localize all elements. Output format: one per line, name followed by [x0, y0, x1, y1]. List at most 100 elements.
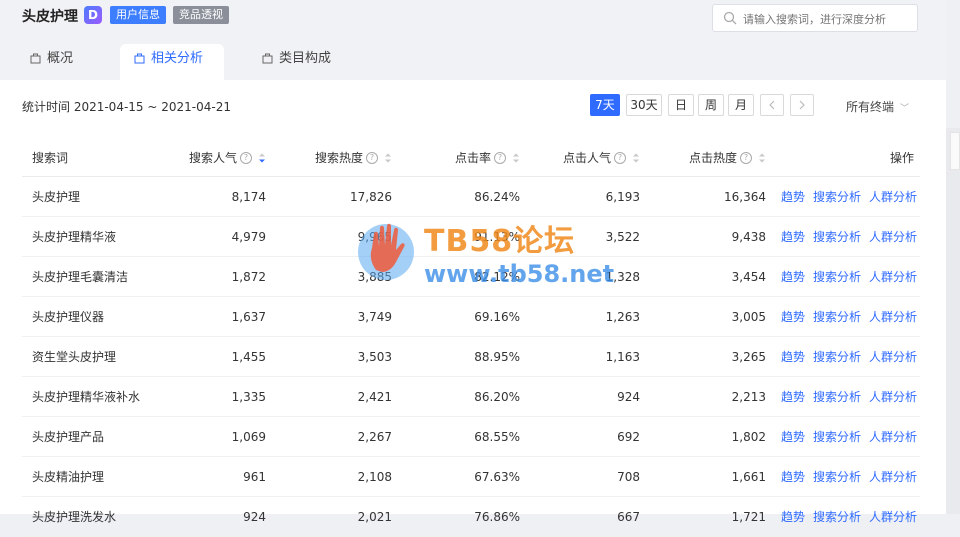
help-icon[interactable]: ?: [240, 152, 252, 164]
audience-analysis-link[interactable]: 人群分析: [869, 230, 917, 244]
trend-link[interactable]: 趋势: [781, 470, 805, 484]
audience-analysis-link[interactable]: 人群分析: [869, 470, 917, 484]
cell-search-popularity: 1,069: [162, 416, 272, 457]
cell-term: 头皮护理精华液: [22, 216, 162, 257]
col-header-click-popularity[interactable]: 点击人气?: [526, 138, 646, 177]
help-icon[interactable]: ?: [614, 152, 626, 164]
sort-icon[interactable]: [512, 153, 520, 163]
sort-desc-icon[interactable]: [258, 153, 266, 163]
cell-search-heat: 2,267: [272, 416, 398, 457]
col-header-search-heat[interactable]: 搜索热度?: [272, 138, 398, 177]
cell-search-heat: 2,108: [272, 456, 398, 497]
filter-toolbar: 统计时间 2021-04-15 ~ 2021-04-21 7天 30天 日 周 …: [0, 80, 946, 129]
search-analysis-link[interactable]: 搜索分析: [813, 350, 861, 364]
cell-actions: 趋势 搜索分析 人群分析: [772, 256, 920, 297]
cell-search-heat: 9,965: [272, 216, 398, 257]
trend-link[interactable]: 趋势: [781, 390, 805, 404]
scrollbar-thumb[interactable]: [950, 132, 960, 170]
audience-analysis-link[interactable]: 人群分析: [869, 430, 917, 444]
period-month-button[interactable]: 月: [728, 94, 754, 116]
table-row: 头皮护理毛囊清洁 1,872 3,885 82.12% 1,328 3,454 趋势 搜索分析…: [22, 256, 920, 297]
search-analysis-link[interactable]: 搜索分析: [813, 190, 861, 204]
audience-analysis-link[interactable]: 人群分析: [869, 510, 917, 524]
trend-link[interactable]: 趋势: [781, 270, 805, 284]
search-analysis-link[interactable]: 搜索分析: [813, 230, 861, 244]
cell-click-popularity: 667: [526, 496, 646, 537]
next-period-button[interactable]: [790, 94, 814, 116]
side-scrollbar-track[interactable]: [946, 128, 960, 514]
period-30d-button[interactable]: 30天: [626, 94, 662, 116]
cell-ctr: 67.63%: [398, 456, 526, 497]
cell-ctr: 68.55%: [398, 416, 526, 457]
audience-analysis-link[interactable]: 人群分析: [869, 350, 917, 364]
cell-actions: 趋势 搜索分析 人群分析: [772, 416, 920, 457]
table-row: 头皮护理洗发水 924 2,021 76.86% 667 1,721 趋势 搜索分析 人群分析: [22, 496, 920, 537]
cell-search-heat: 17,826: [272, 176, 398, 217]
audience-analysis-link[interactable]: 人群分析: [869, 190, 917, 204]
cell-click-popularity: 924: [526, 376, 646, 417]
cell-actions: 趋势 搜索分析 人群分析: [772, 176, 920, 217]
trend-link[interactable]: 趋势: [781, 430, 805, 444]
cell-click-heat: 3,454: [646, 256, 772, 297]
cell-search-heat: 2,021: [272, 496, 398, 537]
trend-link[interactable]: 趋势: [781, 230, 805, 244]
search-input[interactable]: [741, 9, 915, 29]
terminal-select[interactable]: 所有终端 ﹀: [846, 98, 909, 115]
cell-click-heat: 16,364: [646, 176, 772, 217]
search-analysis-link[interactable]: 搜索分析: [813, 310, 861, 324]
trend-link[interactable]: 趋势: [781, 350, 805, 364]
cell-term: 资生堂头皮护理: [22, 336, 162, 377]
cell-search-popularity: 1,872: [162, 256, 272, 297]
tab-category-icon: [262, 53, 273, 64]
search-analysis-link[interactable]: 搜索分析: [813, 430, 861, 444]
audience-analysis-link[interactable]: 人群分析: [869, 270, 917, 284]
period-week-button[interactable]: 周: [698, 94, 724, 116]
cell-ctr: 69.16%: [398, 296, 526, 337]
prev-period-button[interactable]: [760, 94, 784, 116]
audience-analysis-link[interactable]: 人群分析: [869, 310, 917, 324]
cell-ctr: 86.20%: [398, 376, 526, 417]
tab-category-composition[interactable]: 类目构成: [262, 44, 331, 80]
col-header-click-heat[interactable]: 点击热度?: [646, 138, 772, 177]
period-day-button[interactable]: 日: [668, 94, 694, 116]
sort-icon[interactable]: [632, 153, 640, 163]
cell-click-popularity: 3,522: [526, 216, 646, 257]
search-analysis-link[interactable]: 搜索分析: [813, 270, 861, 284]
col-header-term: 搜索词: [22, 138, 162, 177]
cell-ctr: 76.86%: [398, 496, 526, 537]
table-row: 头皮精油护理 961 2,108 67.63% 708 1,661 趋势 搜索分析 人群分析: [22, 456, 920, 497]
cell-actions: 趋势 搜索分析 人群分析: [772, 336, 920, 377]
tab-overview-icon: [30, 53, 41, 64]
tab-related-analysis[interactable]: 相关分析: [120, 44, 224, 80]
search-analysis-link[interactable]: 搜索分析: [813, 470, 861, 484]
help-icon[interactable]: ?: [740, 152, 752, 164]
period-7d-button[interactable]: 7天: [590, 94, 620, 116]
product-insight-badge[interactable]: 竞品透视: [173, 6, 229, 24]
user-info-badge[interactable]: 用户信息: [110, 6, 166, 24]
help-icon[interactable]: ?: [366, 152, 378, 164]
app-logo-icon: D: [84, 6, 102, 24]
page-header: 头皮护理 D 用户信息 竞品透视 概况 相关分析 类目构成: [0, 0, 946, 80]
terminal-select-value: 所有终端: [846, 100, 895, 114]
cell-click-heat: 9,438: [646, 216, 772, 257]
table-row: 头皮护理 8,174 17,826 86.24% 6,193 16,364 趋势 搜索分析 人群…: [22, 176, 920, 217]
search-analysis-link[interactable]: 搜索分析: [813, 390, 861, 404]
col-header-ctr[interactable]: 点击率?: [398, 138, 526, 177]
cell-search-popularity: 8,174: [162, 176, 272, 217]
page-title: 头皮护理: [22, 9, 78, 25]
trend-link[interactable]: 趋势: [781, 190, 805, 204]
cell-search-popularity: 1,637: [162, 296, 272, 337]
search-box[interactable]: [712, 4, 918, 32]
trend-link[interactable]: 趋势: [781, 310, 805, 324]
keyword-table: 搜索词 搜索人气? 搜索热度? 点击率? 点击人气? 点击热度? 操作 头皮护理…: [22, 138, 920, 537]
sort-icon[interactable]: [384, 153, 392, 163]
tab-related-analysis-icon: [134, 53, 145, 64]
cell-actions: 趋势 搜索分析 人群分析: [772, 296, 920, 337]
tab-overview[interactable]: 概况: [30, 44, 73, 80]
col-header-search-popularity[interactable]: 搜索人气?: [162, 138, 272, 177]
help-icon[interactable]: ?: [494, 152, 506, 164]
sort-icon[interactable]: [758, 153, 766, 163]
search-analysis-link[interactable]: 搜索分析: [813, 510, 861, 524]
trend-link[interactable]: 趋势: [781, 510, 805, 524]
audience-analysis-link[interactable]: 人群分析: [869, 390, 917, 404]
